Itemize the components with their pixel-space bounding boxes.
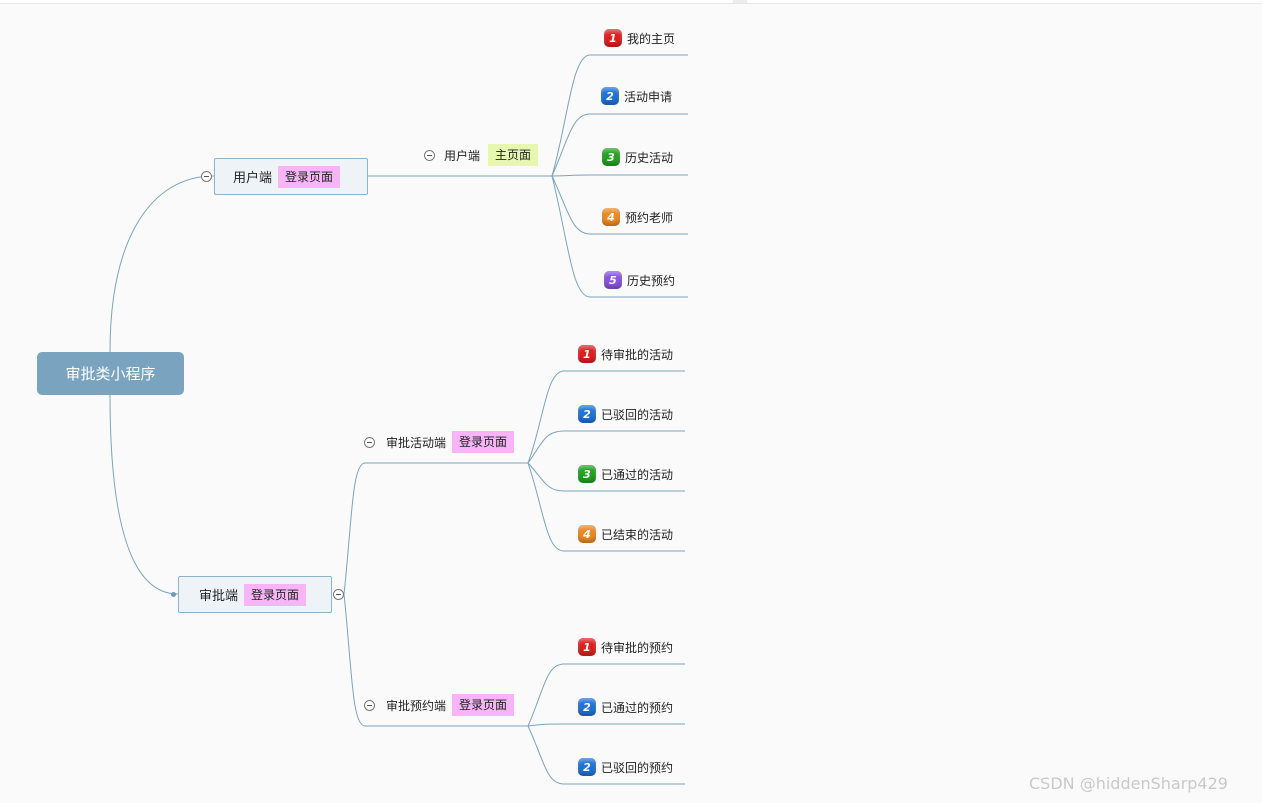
central-topic-label: 审批类小程序: [65, 365, 156, 383]
user-leaf-1[interactable]: 1 我的主页: [604, 29, 675, 47]
top-border-marker: [733, 0, 747, 3]
activity-leaf-2-label: 已驳回的活动: [601, 407, 674, 422]
priority-1-icon: 1: [604, 29, 622, 47]
link-central-user: [109, 175, 215, 353]
approval-branch-connector-dot: [171, 592, 176, 597]
user-leaf-2-label: 活动申请: [624, 89, 673, 104]
link-activity-leaf-2: [527, 430, 685, 464]
booking-sub-tag: 登录页面: [452, 694, 515, 716]
user-branch-tag: 登录页面: [278, 165, 341, 188]
priority-3-icon: 3: [578, 465, 596, 483]
user-sub-tag: 主页面: [488, 144, 539, 166]
link-central-approval: [109, 394, 179, 595]
priority-2-icon: 2: [578, 698, 596, 716]
user-branch-collapse-icon[interactable]: [201, 171, 212, 182]
user-leaf-5-label: 历史预约: [627, 273, 676, 288]
link-user-leaf-2: [551, 113, 688, 177]
priority-2-icon: 2: [578, 758, 596, 776]
user-leaf-4-label: 预约老师: [625, 210, 674, 225]
booking-leaf-1-label: 待审批的预约: [601, 640, 674, 655]
user-sub-collapse-icon[interactable]: [424, 149, 435, 161]
central-topic[interactable]: 审批类小程序: [37, 352, 184, 395]
link-approval-activity: [343, 462, 528, 595]
approval-branch-collapse-icon[interactable]: [333, 589, 344, 600]
user-branch-label: 用户端: [233, 171, 273, 186]
user-leaf-2[interactable]: 2 活动申请: [601, 87, 672, 105]
link-user-leaf-3: [551, 174, 688, 177]
priority-2-icon: 2: [578, 405, 596, 423]
booking-leaf-2[interactable]: 2 已通过的预约: [578, 698, 673, 716]
booking-leaf-2-label: 已通过的预约: [601, 700, 674, 715]
activity-leaf-2[interactable]: 2 已驳回的活动: [578, 405, 673, 423]
priority-4-icon: 4: [602, 208, 620, 226]
booking-sub-collapse-icon[interactable]: [364, 699, 375, 711]
user-sub-label: 用户端: [444, 148, 481, 163]
top-border: [0, 0, 1262, 4]
priority-1-icon: 1: [578, 638, 596, 656]
approval-branch-tag: 登录页面: [244, 583, 307, 606]
approval-branch-node[interactable]: 审批端 登录页面: [178, 576, 332, 613]
booking-leaf-3-label: 已驳回的预约: [601, 760, 674, 775]
activity-leaf-4-label: 已结束的活动: [601, 527, 674, 542]
booking-sub-label: 审批预约端: [386, 698, 447, 713]
activity-sub-label: 审批活动端: [386, 435, 447, 450]
watermark: CSDN @hiddenSharp429: [1029, 774, 1228, 793]
link-booking-leaf-1: [527, 663, 685, 727]
user-leaf-1-label: 我的主页: [627, 31, 676, 46]
booking-sub-node[interactable]: 审批预约端 登录页面: [364, 694, 515, 716]
activity-leaf-1[interactable]: 1 待审批的活动: [578, 345, 673, 363]
user-leaf-5[interactable]: 5 历史预约: [604, 271, 675, 289]
activity-leaf-3-label: 已通过的活动: [601, 467, 674, 482]
user-sub-node[interactable]: 用户端 主页面: [424, 144, 539, 166]
activity-leaf-1-label: 待审批的活动: [601, 347, 674, 362]
activity-leaf-4[interactable]: 4 已结束的活动: [578, 525, 673, 543]
user-leaf-3[interactable]: 3 历史活动: [602, 148, 673, 166]
priority-2-icon: 2: [601, 87, 619, 105]
activity-leaf-3[interactable]: 3 已通过的活动: [578, 465, 673, 483]
priority-4-icon: 4: [578, 525, 596, 543]
activity-sub-collapse-icon[interactable]: [364, 436, 375, 448]
approval-branch-label: 审批端: [199, 589, 239, 604]
connector-lines: [109, 54, 688, 785]
priority-3-icon: 3: [602, 148, 620, 166]
user-leaf-4[interactable]: 4 预约老师: [602, 208, 673, 226]
booking-leaf-1[interactable]: 1 待审批的预约: [578, 638, 673, 656]
booking-leaf-3[interactable]: 2 已驳回的预约: [578, 758, 673, 776]
user-leaf-3-label: 历史活动: [625, 150, 674, 165]
activity-sub-tag: 登录页面: [452, 431, 515, 453]
user-branch-node[interactable]: 用户端 登录页面: [214, 158, 368, 195]
priority-5-icon: 5: [604, 271, 622, 289]
link-booking-leaf-2: [527, 723, 685, 727]
activity-sub-node[interactable]: 审批活动端 登录页面: [364, 431, 515, 453]
priority-1-icon: 1: [578, 345, 596, 363]
